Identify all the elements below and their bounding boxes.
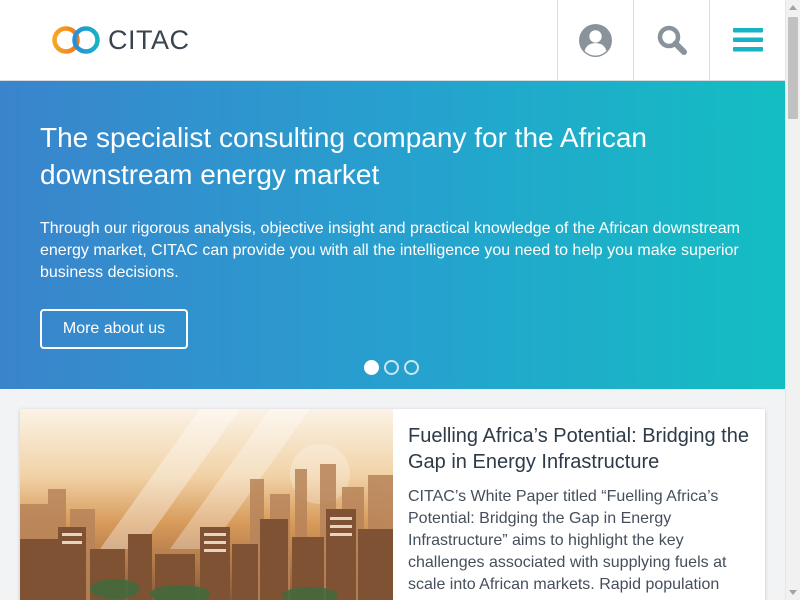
menu-button[interactable] (709, 0, 785, 80)
article-title[interactable]: Fuelling Africa’s Potential: Bridging th… (408, 423, 758, 475)
carousel-dot-1[interactable] (364, 360, 379, 375)
scroll-down-arrow-icon[interactable] (789, 590, 797, 595)
hero-carousel: The specialist consulting company for th… (0, 81, 785, 389)
page-scrollbar[interactable] (785, 0, 800, 600)
search-button[interactable] (633, 0, 709, 80)
search-icon (657, 25, 687, 55)
more-about-us-button[interactable]: More about us (40, 309, 188, 349)
carousel-dot-3[interactable] (404, 360, 419, 375)
site-header: CITAC (0, 0, 785, 81)
user-icon (579, 23, 612, 57)
carousel-dots (364, 360, 419, 375)
hamburger-menu-icon (732, 28, 763, 52)
account-button[interactable] (557, 0, 633, 80)
scroll-up-arrow-icon[interactable] (789, 5, 797, 10)
scrollbar-thumb[interactable] (788, 17, 798, 119)
hero-description: Through our rigorous analysis, objective… (40, 220, 740, 281)
logo[interactable]: CITAC (50, 22, 190, 58)
featured-article-card[interactable]: Fuelling Africa’s Potential: Bridging th… (20, 409, 765, 600)
infinity-rings-logo-icon (52, 26, 100, 54)
hero-title: The specialist consulting company for th… (40, 122, 647, 190)
article-image[interactable] (20, 409, 393, 600)
carousel-dot-2[interactable] (384, 360, 399, 375)
logo-text: CITAC (108, 24, 190, 55)
city-skyline-image (20, 409, 393, 600)
article-excerpt: CITAC’s White Paper titled “Fuelling Afr… (408, 488, 727, 593)
